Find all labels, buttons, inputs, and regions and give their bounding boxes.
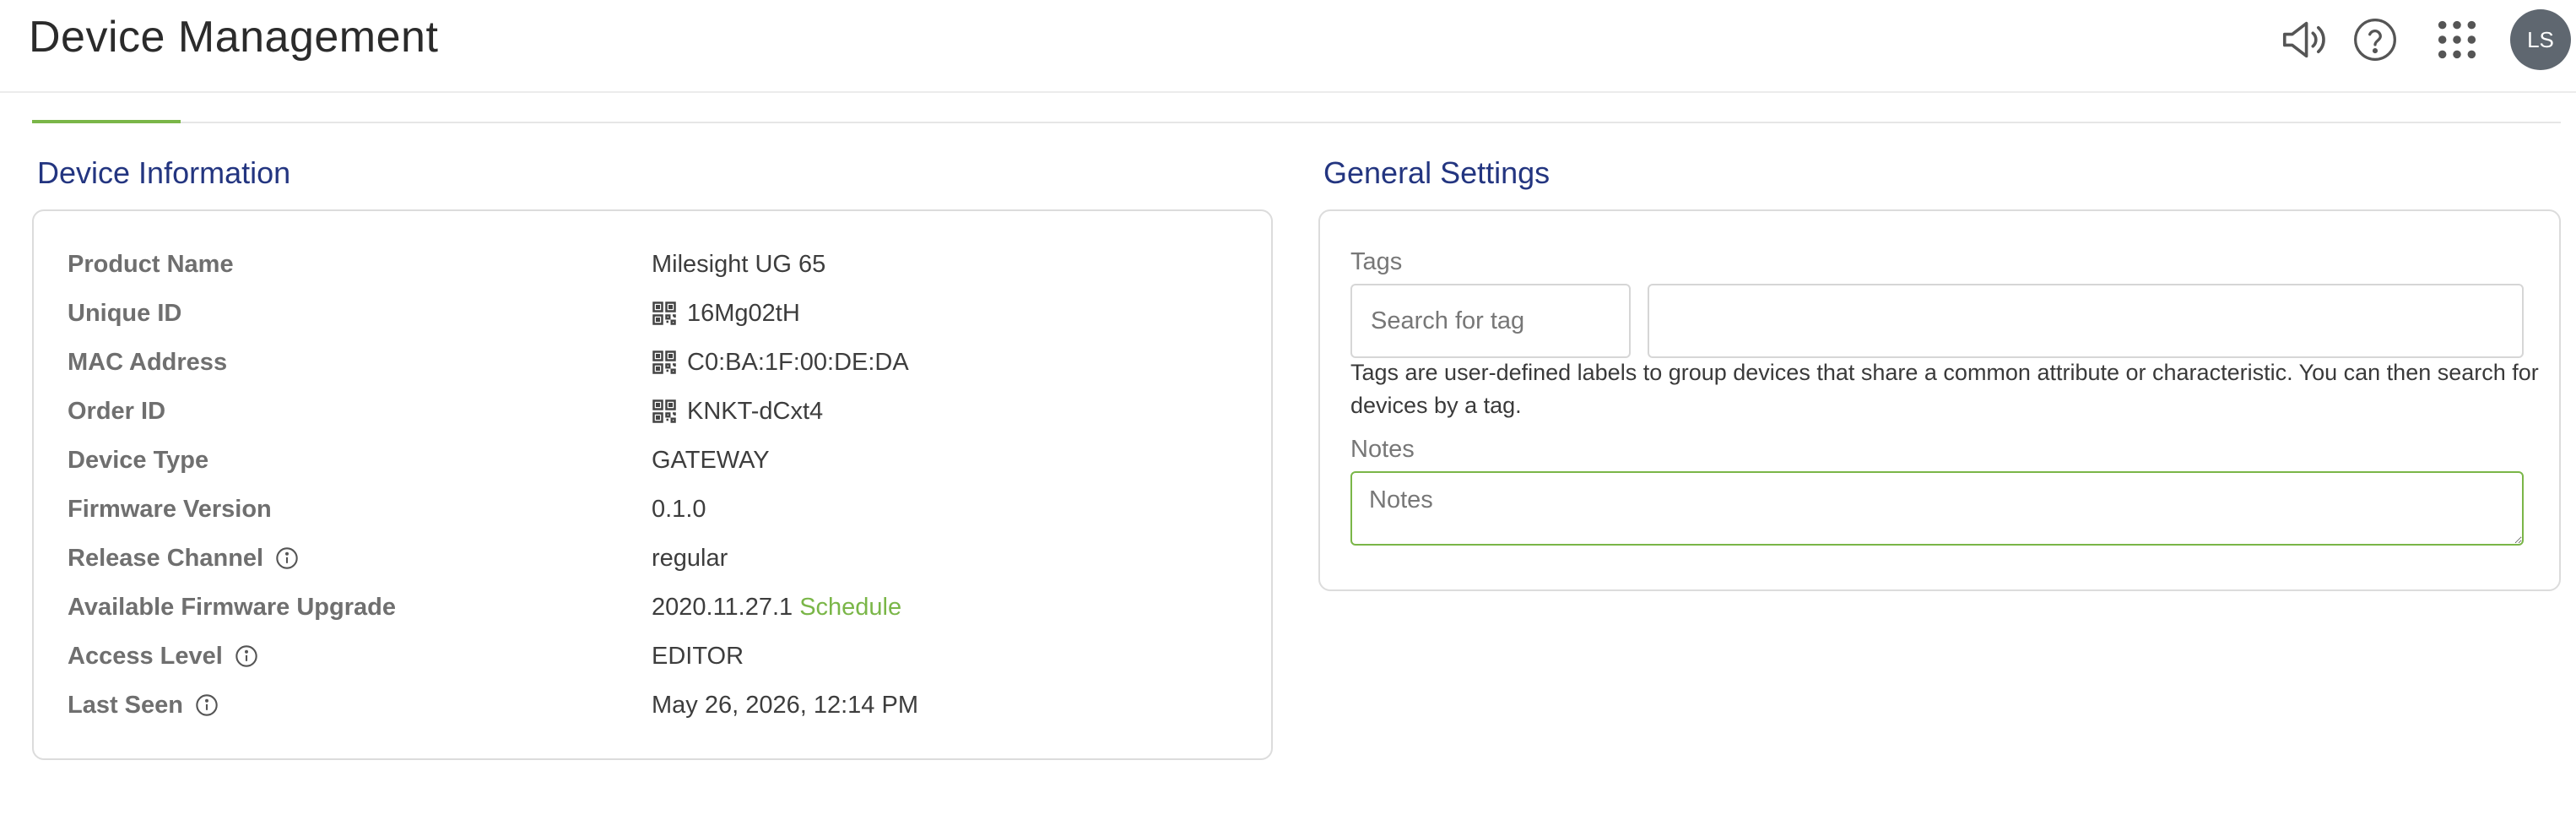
notes-label: Notes [1350,436,1415,463]
info-icon[interactable] [235,644,258,668]
info-value: 0.1.0 [652,496,706,524]
info-label: Order ID [68,397,166,425]
schedule-link[interactable]: Schedule [799,594,901,622]
info-label: Release Channel [68,545,299,573]
info-row-order-id: Order ID KNKT-dCxt4 [34,387,1271,436]
tags-help-text: Tags are user-defined labels to group de… [1350,360,2539,418]
qr-code-icon[interactable] [652,350,677,375]
help-icon[interactable] [2346,10,2405,69]
release-channel-label: Release Channel [68,544,264,572]
info-value: 2020.11.27.1 Schedule [652,594,901,622]
app-header: Device Management LS [0,0,2576,93]
info-row-firmware-upgrade: Available Firmware Upgrade 2020.11.27.1 … [34,583,1271,632]
tab-bar [32,122,2561,123]
general-settings-card: Tags Tags are user-defined labels to gro… [1318,209,2561,591]
info-label: Available Firmware Upgrade [68,593,396,621]
access-level-value: EDITOR [652,642,744,670]
info-value: May 26, 2026, 12:14 PM [652,692,918,720]
info-icon[interactable] [195,693,219,717]
info-value: KNKT-dCxt4 [652,398,823,426]
firmware-upgrade-value: 2020.11.27.1 [652,593,793,621]
info-label: Firmware Version [68,495,272,523]
page-title: Device Management [29,13,439,62]
info-label: Unique ID [68,299,182,327]
device-type-value: GATEWAY [652,446,770,474]
unique-id-value: 16Mg02tH [687,299,800,327]
info-value: 16Mg02tH [652,300,800,328]
general-settings-title: General Settings [1323,155,1550,190]
info-label: Last Seen [68,692,219,720]
access-level-label: Access Level [68,642,223,670]
info-row-mac-address: MAC Address C0:BA:1F:00:DE:DA [34,338,1271,387]
tags-field[interactable] [1648,284,2524,358]
megaphone-icon[interactable] [2275,10,2334,69]
release-channel-value: regular [652,544,728,572]
info-value: C0:BA:1F:00:DE:DA [652,349,909,377]
info-value: regular [652,545,728,573]
qr-code-icon[interactable] [652,301,677,326]
mac-address-value: C0:BA:1F:00:DE:DA [687,348,909,376]
qr-code-icon[interactable] [652,399,677,424]
tab-active-indicator[interactable] [32,120,181,123]
user-avatar[interactable]: LS [2510,9,2571,70]
info-row-release-channel: Release Channel regular [34,534,1271,583]
tags-label: Tags [1350,248,1403,275]
firmware-version-value: 0.1.0 [652,495,706,523]
device-information-card: Product Name Milesight UG 65 Unique ID 1… [32,209,1273,760]
info-label: Product Name [68,250,234,278]
info-row-last-seen: Last Seen May 26, 2026, 12:14 PM [34,681,1271,730]
device-information-title: Device Information [37,155,291,190]
info-value: GATEWAY [652,447,770,475]
info-row-device-type: Device Type GATEWAY [34,436,1271,485]
product-name-value: Milesight UG 65 [652,250,826,278]
info-label: Device Type [68,446,209,474]
last-seen-value: May 26, 2026, 12:14 PM [652,691,918,719]
last-seen-label: Last Seen [68,691,183,719]
notes-textarea[interactable] [1350,471,2524,546]
info-row-firmware-version: Firmware Version 0.1.0 [34,485,1271,534]
info-value: Milesight UG 65 [652,251,825,279]
apps-grid-icon[interactable] [2427,10,2487,69]
info-label: Access Level [68,643,258,671]
info-value: EDITOR [652,643,744,671]
info-row-access-level: Access Level EDITOR [34,632,1271,681]
info-label: MAC Address [68,348,228,376]
info-icon[interactable] [275,546,299,570]
info-row-unique-id: Unique ID 16Mg02tH [34,289,1271,338]
info-row-product-name: Product Name Milesight UG 65 [34,240,1271,289]
order-id-value: KNKT-dCxt4 [687,397,824,425]
tag-search-input[interactable] [1350,284,1631,358]
